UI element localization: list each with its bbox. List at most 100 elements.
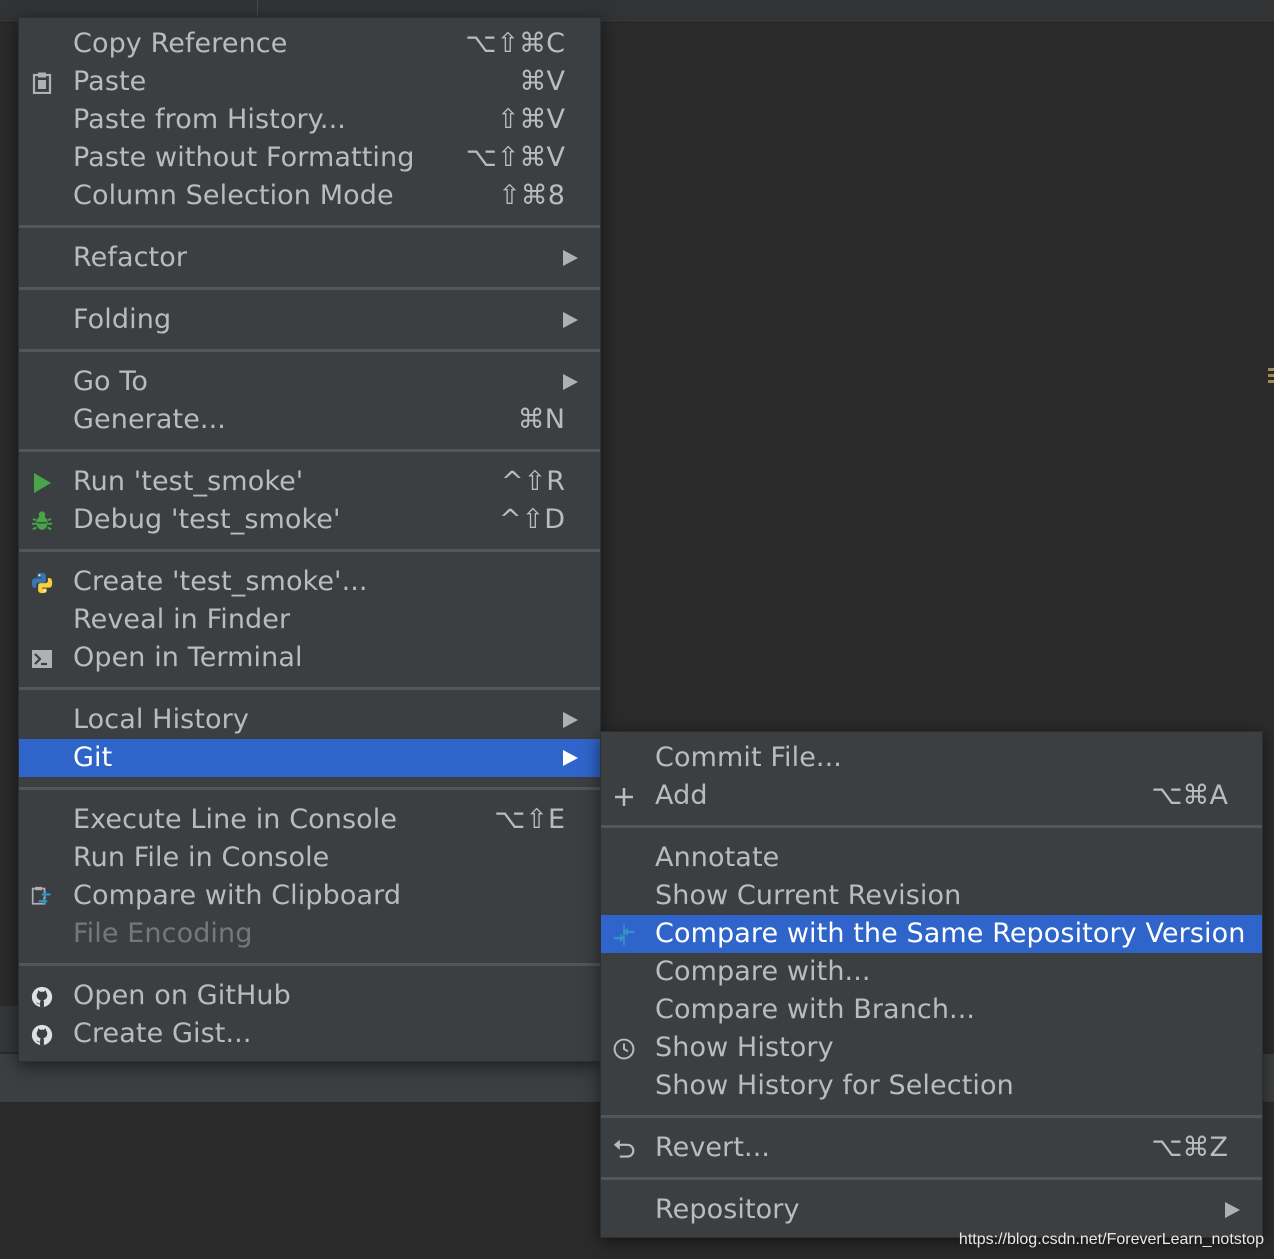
menu-item-reveal-in-finder[interactable]: Reveal in Finder	[19, 601, 600, 639]
github-icon	[31, 986, 53, 1008]
menu-item-label: Refactor	[73, 242, 188, 273]
revert-icon	[613, 1138, 635, 1160]
menu-item-label: Column Selection Mode	[73, 180, 394, 211]
menu-item-label: Execute Line in Console	[73, 804, 398, 835]
menu-item-label: Repository	[655, 1194, 800, 1225]
menu-item-label: File Encoding	[73, 918, 253, 949]
menu-item-copy-reference[interactable]: Copy Reference ⌥⇧⌘C	[19, 25, 600, 63]
menu-separator	[601, 1115, 1262, 1118]
compare-icon	[613, 924, 635, 946]
menu-item-label: Compare with Clipboard	[73, 880, 402, 911]
menu-item-open-on-github[interactable]: Open on GitHub	[19, 977, 600, 1015]
python-icon	[31, 572, 53, 594]
menu-item-label: Create Gist...	[73, 1018, 252, 1049]
menu-separator	[19, 349, 600, 352]
menu-item-shortcut: ⌥⇧⌘V	[465, 142, 565, 173]
menu-item-label: Annotate	[655, 842, 780, 873]
menu-item-local-history[interactable]: Local History	[19, 701, 600, 739]
menu-item-shortcut: ⌘V	[519, 66, 565, 97]
menu-item-label: Go To	[73, 366, 148, 397]
menu-item-show-history[interactable]: Show History	[601, 1029, 1262, 1067]
menu-item-create-gist[interactable]: Create Gist...	[19, 1015, 600, 1053]
menu-item-show-current-revision[interactable]: Show Current Revision	[601, 877, 1262, 915]
menu-item-annotate[interactable]: Annotate	[601, 839, 1262, 877]
menu-item-run-file-in-console[interactable]: Run File in Console	[19, 839, 600, 877]
tab-divider	[257, 0, 258, 16]
menu-item-shortcut: ⌘N	[517, 404, 565, 435]
menu-item-run[interactable]: Run 'test_smoke' ^⇧R	[19, 463, 600, 501]
menu-item-compare-same-repository-version[interactable]: Compare with the Same Repository Version	[601, 915, 1262, 953]
menu-item-label: Debug 'test_smoke'	[73, 504, 341, 535]
submenu-arrow-icon	[563, 250, 578, 266]
submenu-arrow-icon	[563, 312, 578, 328]
watermark-text: https://blog.csdn.net/ForeverLearn_notst…	[958, 1231, 1264, 1248]
menu-item-shortcut: ⌥⇧E	[494, 804, 565, 835]
menu-item-label: Folding	[73, 304, 172, 335]
menu-item-add[interactable]: Add ⌥⌘A	[601, 777, 1262, 815]
menu-separator	[19, 287, 600, 290]
menu-item-compare-with[interactable]: Compare with...	[601, 953, 1262, 991]
menu-separator	[19, 787, 600, 790]
menu-item-refactor[interactable]: Refactor	[19, 239, 600, 277]
editor-context-menu: Copy Reference ⌥⇧⌘C Paste ⌘V Paste from …	[18, 17, 601, 1062]
menu-item-paste-without-formatting[interactable]: Paste without Formatting ⌥⇧⌘V	[19, 139, 600, 177]
menu-item-label: Git	[73, 742, 113, 773]
menu-item-label: Run File in Console	[73, 842, 330, 873]
menu-item-label: Open in Terminal	[73, 642, 303, 673]
scrollbar-marker	[1268, 368, 1274, 386]
menu-item-paste-from-history[interactable]: Paste from History... ⇧⌘V	[19, 101, 600, 139]
menu-item-file-encoding: File Encoding	[19, 915, 600, 953]
menu-item-shortcut: ⌥⌘Z	[1151, 1132, 1228, 1163]
menu-item-label: Paste	[73, 66, 147, 97]
menu-item-execute-line-in-console[interactable]: Execute Line in Console ⌥⇧E	[19, 801, 600, 839]
run-icon	[31, 472, 53, 494]
menu-item-label: Paste without Formatting	[73, 142, 415, 173]
menu-item-revert[interactable]: Revert... ⌥⌘Z	[601, 1129, 1262, 1167]
menu-item-label: Show History	[655, 1032, 834, 1063]
menu-item-label: Compare with the Same Repository Version	[655, 918, 1246, 949]
menu-item-generate[interactable]: Generate... ⌘N	[19, 401, 600, 439]
github-icon	[31, 1024, 53, 1046]
menu-item-compare-with-clipboard[interactable]: Compare with Clipboard	[19, 877, 600, 915]
menu-item-label: Local History	[73, 704, 249, 735]
menu-item-label: Compare with Branch...	[655, 994, 976, 1025]
menu-separator	[601, 825, 1262, 828]
menu-item-column-selection-mode[interactable]: Column Selection Mode ⇧⌘8	[19, 177, 600, 215]
menu-item-create-config[interactable]: Create 'test_smoke'...	[19, 563, 600, 601]
tool-window-edge	[0, 1006, 18, 1052]
menu-item-shortcut: ^⇧D	[498, 504, 565, 535]
menu-item-open-in-terminal[interactable]: Open in Terminal	[19, 639, 600, 677]
menu-item-label: Show Current Revision	[655, 880, 962, 911]
submenu-arrow-icon	[1225, 1202, 1240, 1218]
compare-clipboard-icon	[31, 886, 53, 908]
menu-item-label: Create 'test_smoke'...	[73, 566, 368, 597]
menu-item-shortcut: ^⇧R	[500, 466, 565, 497]
menu-item-folding[interactable]: Folding	[19, 301, 600, 339]
menu-item-compare-with-branch[interactable]: Compare with Branch...	[601, 991, 1262, 1029]
menu-item-show-history-for-selection[interactable]: Show History for Selection	[601, 1067, 1262, 1105]
menu-separator	[19, 963, 600, 966]
menu-item-label: Compare with...	[655, 956, 871, 987]
menu-item-paste[interactable]: Paste ⌘V	[19, 63, 600, 101]
submenu-arrow-icon	[563, 712, 578, 728]
menu-item-shortcut: ⇧⌘8	[498, 180, 565, 211]
menu-item-label: Generate...	[73, 404, 226, 435]
submenu-arrow-icon	[563, 374, 578, 390]
menu-item-label: Paste from History...	[73, 104, 346, 135]
menu-item-label: Reveal in Finder	[73, 604, 291, 635]
clipboard-icon	[31, 72, 53, 94]
menu-item-shortcut: ⇧⌘V	[496, 104, 565, 135]
menu-item-label: Show History for Selection	[655, 1070, 1014, 1101]
menu-item-label: Run 'test_smoke'	[73, 466, 304, 497]
menu-item-repository[interactable]: Repository	[601, 1191, 1262, 1229]
menu-item-commit-file[interactable]: Commit File...	[601, 739, 1262, 777]
menu-item-go-to[interactable]: Go To	[19, 363, 600, 401]
menu-item-label: Open on GitHub	[73, 980, 291, 1011]
menu-item-git[interactable]: Git	[19, 739, 600, 777]
menu-separator	[19, 687, 600, 690]
terminal-icon	[31, 648, 53, 670]
menu-item-shortcut: ⌥⇧⌘C	[465, 28, 565, 59]
clock-icon	[613, 1038, 635, 1060]
plus-icon	[613, 786, 635, 808]
menu-item-debug[interactable]: Debug 'test_smoke' ^⇧D	[19, 501, 600, 539]
